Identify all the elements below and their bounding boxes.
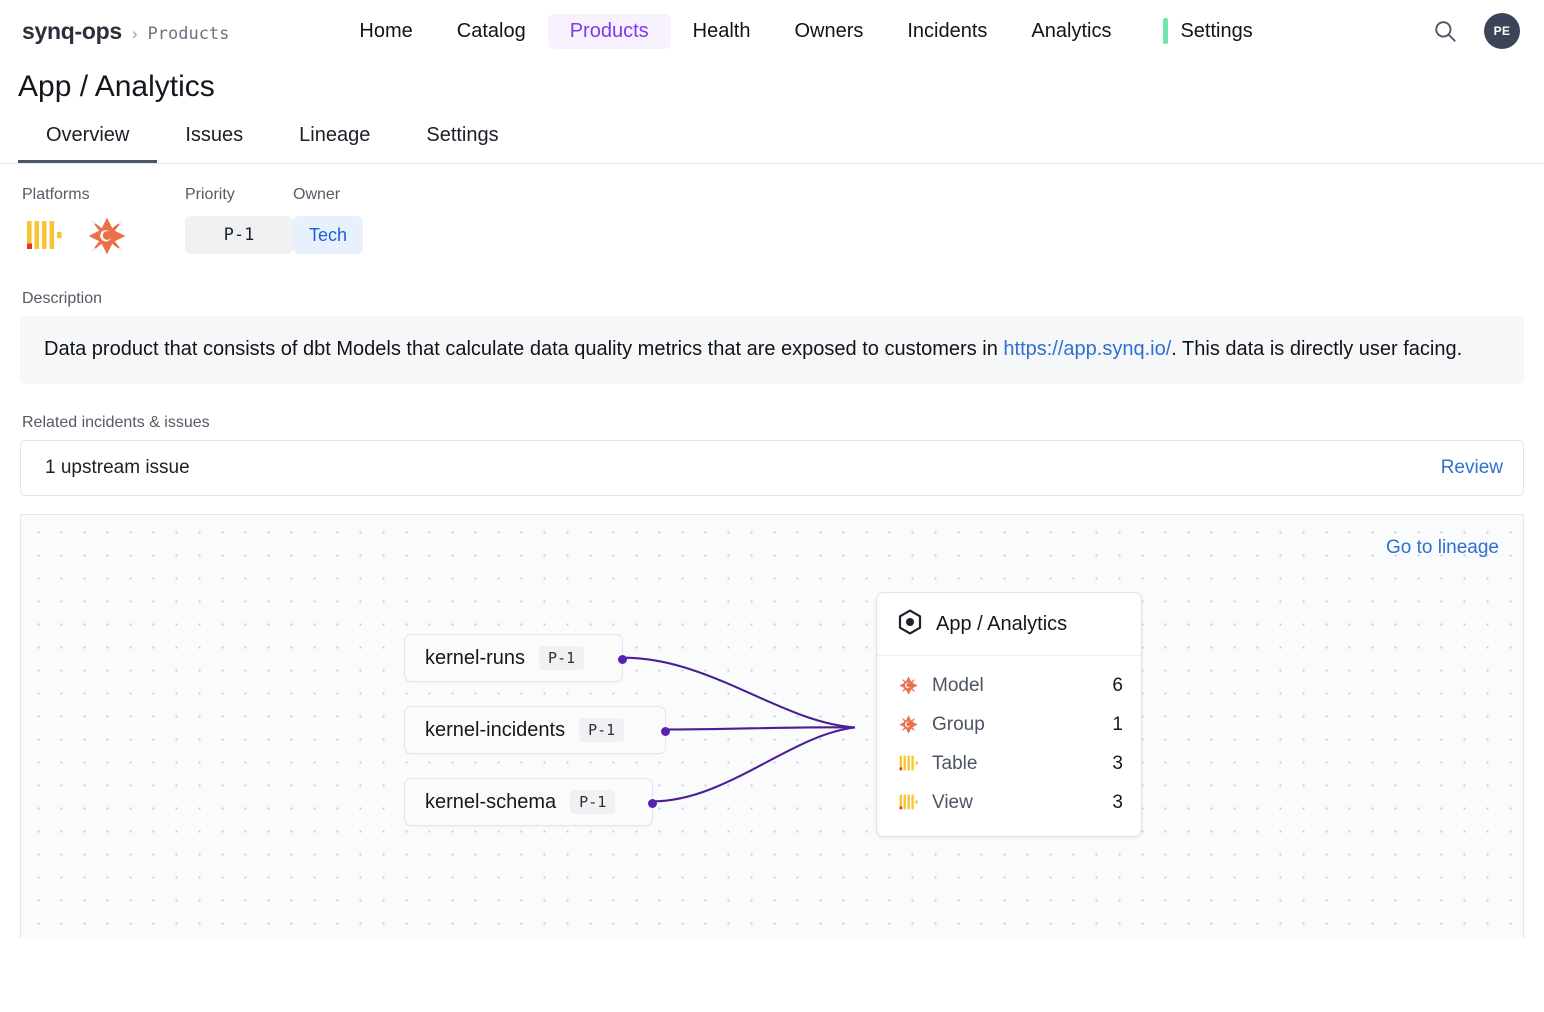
description-text-after: . This data is directly user facing. (1171, 338, 1463, 360)
product-row-count: 3 (1112, 791, 1123, 813)
node-label: kernel-runs (425, 646, 526, 669)
owner-badge[interactable]: Tech (293, 216, 364, 254)
nav-item-settings[interactable]: Settings (1163, 14, 1274, 49)
product-row-model: Model 6 (897, 666, 1123, 705)
nav-item-owners[interactable]: Owners (772, 14, 885, 49)
dbt-icon (897, 714, 919, 735)
lineage-canvas[interactable]: Go to lineage kernel-runs P-1 kernel-inc… (20, 514, 1524, 938)
tab-bar: Overview Issues Lineage Settings (0, 104, 1544, 164)
product-row-label: Table (932, 752, 978, 774)
nav-item-analytics[interactable]: Analytics (1009, 14, 1133, 49)
node-output-port[interactable] (647, 798, 657, 808)
review-link[interactable]: Review (1441, 457, 1503, 479)
nav-item-settings-label[interactable]: Settings (1180, 14, 1274, 49)
dbt-icon (86, 215, 128, 262)
brand-logo[interactable]: synq-ops (22, 18, 122, 45)
priority-label: Priority (185, 186, 235, 203)
description-label: Description (22, 290, 103, 307)
lineage-node-kernel-schema[interactable]: kernel-schema P-1 (404, 778, 657, 826)
tab-issues[interactable]: Issues (157, 124, 271, 163)
tab-settings[interactable]: Settings (398, 124, 526, 163)
search-icon[interactable] (1432, 18, 1458, 44)
related-issues-row: 1 upstream issue Review (20, 440, 1524, 496)
owner-label: Owner (293, 186, 341, 203)
breadcrumb: synq-ops › Products (22, 18, 229, 45)
node-priority-badge: P-1 (579, 718, 625, 742)
nav-right-actions: PE (1432, 13, 1526, 49)
related-issues-label: Related incidents & issues (22, 414, 210, 431)
nav-item-catalog[interactable]: Catalog (435, 14, 548, 49)
product-row-label: Group (932, 713, 985, 735)
upstream-issue-summary: 1 upstream issue (45, 457, 190, 478)
product-row-label: Model (932, 674, 984, 696)
description-link[interactable]: https://app.synq.io/ (1003, 338, 1171, 360)
owner-field: Owner Tech (293, 186, 364, 254)
product-row-count: 6 (1112, 674, 1123, 696)
top-navigation: synq-ops › Products Home Catalog Product… (0, 0, 1544, 62)
settings-status-marker (1163, 18, 1169, 44)
bigquery-icon (24, 219, 64, 258)
priority-field: Priority P-1 (185, 186, 293, 254)
description-text-before: Data product that consists of dbt Models… (44, 338, 1004, 360)
lineage-edges (622, 656, 856, 803)
page-title: App / Analytics (18, 70, 215, 103)
product-card-title: App / Analytics (936, 613, 1068, 635)
description-box: Data product that consists of dbt Models… (20, 316, 1524, 384)
node-output-port[interactable] (660, 726, 670, 736)
breadcrumb-products[interactable]: Products (148, 24, 230, 44)
nav-item-incidents[interactable]: Incidents (885, 14, 1009, 49)
bigquery-icon (897, 754, 919, 773)
tab-overview[interactable]: Overview (18, 124, 158, 163)
platforms-field: Platforms (22, 186, 185, 260)
product-row-group: Group 1 (897, 705, 1123, 744)
metadata-row: Platforms Priority P-1 Owner Tech (0, 164, 1544, 260)
node-priority-badge: P-1 (570, 790, 616, 814)
hexagon-product-icon (897, 609, 923, 640)
lineage-product-card[interactable]: App / Analytics Model 6 Group 1 Table 3 … (876, 592, 1142, 837)
node-priority-badge: P-1 (539, 646, 585, 670)
lineage-node-kernel-incidents[interactable]: kernel-incidents P-1 (404, 706, 670, 754)
node-output-port[interactable] (617, 654, 627, 664)
avatar[interactable]: PE (1484, 13, 1520, 49)
app-root: synq-ops › Products Home Catalog Product… (0, 0, 1544, 1012)
product-card-rows: Model 6 Group 1 Table 3 View 3 (877, 656, 1141, 836)
node-label: kernel-schema (425, 790, 557, 813)
product-card-header: App / Analytics (877, 593, 1141, 656)
priority-badge: P-1 (185, 216, 293, 254)
product-row-view: View 3 (897, 783, 1123, 822)
nav-item-home[interactable]: Home (337, 14, 434, 49)
platforms-label: Platforms (22, 186, 90, 203)
product-row-label: View (932, 791, 973, 813)
go-to-lineage-link[interactable]: Go to lineage (1386, 537, 1499, 559)
product-row-table: Table 3 (897, 744, 1123, 783)
node-label: kernel-incidents (425, 718, 566, 741)
dbt-icon (897, 675, 919, 696)
nav-item-health[interactable]: Health (671, 14, 773, 49)
lineage-node-kernel-runs[interactable]: kernel-runs P-1 (404, 634, 627, 682)
bigquery-icon (897, 793, 919, 812)
primary-nav: Home Catalog Products Health Owners Inci… (337, 13, 1274, 49)
product-row-count: 1 (1112, 713, 1123, 735)
product-row-count: 3 (1112, 752, 1123, 774)
nav-item-products[interactable]: Products (547, 13, 671, 49)
platform-icon-list (22, 216, 185, 260)
breadcrumb-separator-icon: › (131, 23, 138, 43)
tab-lineage[interactable]: Lineage (271, 124, 398, 163)
